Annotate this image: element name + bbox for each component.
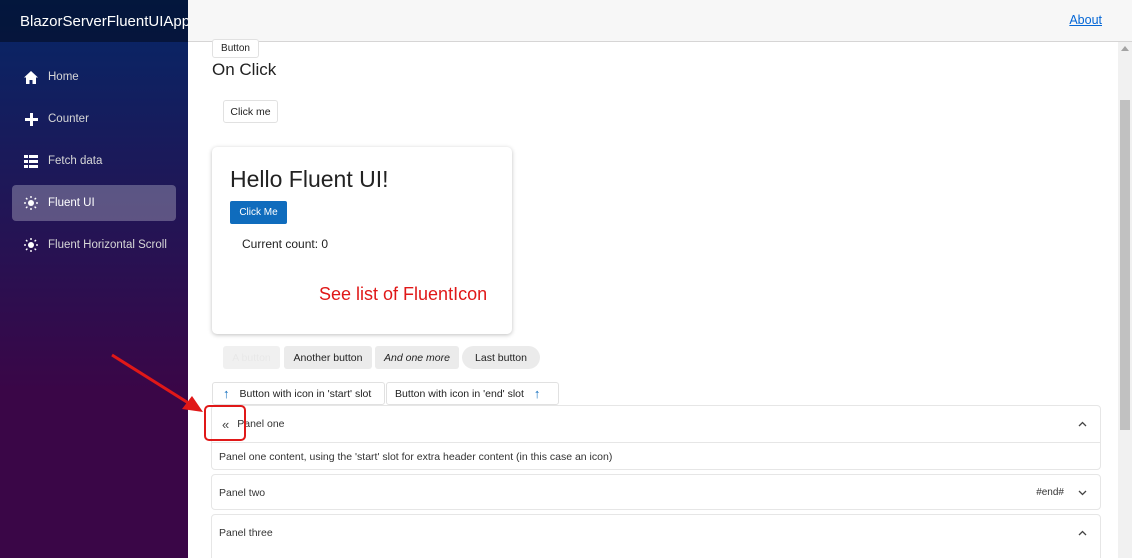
arrow-up-icon: ↑ — [223, 386, 230, 401]
sidebar-item-label: Fluent UI — [48, 197, 95, 209]
accordion-panel-one: « Panel one Panel one content, using the… — [211, 405, 1101, 470]
panel-one-header[interactable]: « Panel one — [212, 406, 1100, 442]
sidebar: BlazorServerFluentUIApp Home Counter Fet… — [0, 0, 190, 558]
end-slot-text: #end# — [1036, 487, 1064, 498]
app-title[interactable]: BlazorServerFluentUIApp — [0, 0, 190, 42]
panel-title: Panel three — [219, 527, 273, 539]
card-click-me-button[interactable]: Click Me — [230, 201, 287, 224]
card-title: Hello Fluent UI! — [230, 166, 389, 192]
disabled-button: A button — [223, 346, 280, 369]
scroll-thumb[interactable] — [1120, 100, 1130, 430]
sidebar-item-fluent-horizontal-scroll[interactable]: Fluent Horizontal Scroll — [12, 227, 176, 263]
sidebar-item-label: Fluent Horizontal Scroll — [48, 239, 167, 251]
accordion-panel-two: Panel two #end# — [211, 474, 1101, 510]
panel-three-header[interactable]: Panel three — [212, 515, 1100, 551]
sidebar-item-fetch-data[interactable]: Fetch data — [12, 143, 176, 179]
top-bar: About — [188, 0, 1132, 42]
another-button[interactable]: Another button — [284, 346, 372, 369]
sun-icon — [23, 237, 39, 253]
chevron-down-icon[interactable] — [1076, 487, 1088, 499]
arrow-up-icon: ↑ — [533, 386, 541, 401]
panel-title: Panel two — [219, 487, 266, 499]
sidebar-item-home[interactable]: Home — [12, 59, 176, 95]
plus-icon — [23, 111, 39, 127]
hello-card: Hello Fluent UI! Click Me Current count:… — [212, 147, 512, 334]
panel-two-header[interactable]: Panel two #end# — [212, 475, 1100, 511]
fluent-button[interactable]: Button — [212, 39, 259, 58]
annotation-highlight-box — [204, 405, 246, 441]
list-icon — [23, 153, 39, 169]
home-icon — [23, 69, 39, 85]
click-me-button[interactable]: Click me — [223, 100, 278, 123]
sidebar-item-label: Counter — [48, 113, 89, 125]
accordion-panel-three: Panel three — [211, 514, 1101, 558]
sidebar-item-fluent-ui[interactable]: Fluent UI — [12, 185, 176, 221]
chevron-up-icon[interactable] — [1076, 527, 1088, 539]
sun-icon — [23, 195, 39, 211]
annotation-text: See list of FluentIcon — [319, 284, 488, 304]
panel-one-content: Panel one content, using the 'start' slo… — [212, 442, 1100, 470]
end-slot-icon-button[interactable]: Button with icon in 'end' slot ↑ — [386, 382, 559, 405]
onclick-heading: On Click — [212, 60, 277, 79]
scroll-up-arrow-icon[interactable] — [1121, 46, 1129, 51]
nav-menu: Home Counter Fetch data Fluent UI Fluent… — [0, 42, 188, 263]
end-slot-button-label: Button with icon in 'end' slot — [395, 387, 524, 400]
one-more-button[interactable]: And one more — [375, 346, 459, 369]
start-slot-icon-button[interactable]: ↑ Button with icon in 'start' slot — [212, 382, 385, 405]
about-link[interactable]: About — [1069, 13, 1102, 27]
chevron-up-icon[interactable] — [1076, 418, 1088, 430]
sidebar-item-label: Home — [48, 71, 79, 83]
last-button[interactable]: Last button — [462, 346, 540, 369]
sidebar-item-counter[interactable]: Counter — [12, 101, 176, 137]
sidebar-item-label: Fetch data — [48, 155, 103, 167]
vertical-scrollbar[interactable] — [1118, 42, 1132, 558]
start-slot-button-label: Button with icon in 'start' slot — [239, 387, 372, 400]
current-count: Current count: 0 — [242, 237, 329, 251]
